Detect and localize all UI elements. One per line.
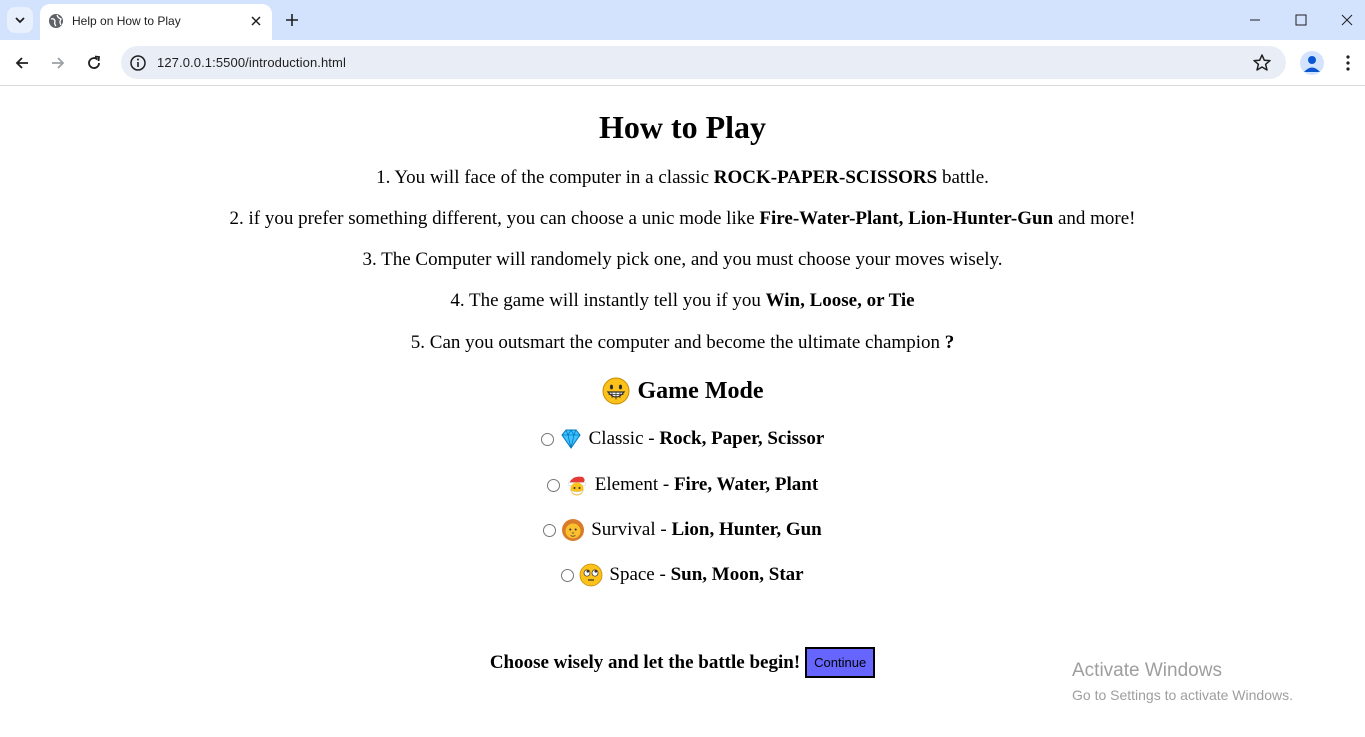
mode-radio-survival[interactable] bbox=[543, 523, 557, 537]
page-title: How to Play bbox=[598, 109, 767, 145]
rule-2: 2. if you prefer something different, yo… bbox=[229, 208, 1136, 229]
rule-4: 4. The game will instantly tell you if y… bbox=[450, 290, 915, 311]
mode-separator: - bbox=[654, 564, 671, 585]
forward-button[interactable] bbox=[44, 49, 72, 77]
minimize-button[interactable] bbox=[1232, 0, 1278, 40]
new-tab-button[interactable] bbox=[280, 8, 304, 32]
tab-title: Help on How to Play bbox=[72, 14, 181, 28]
reload-icon bbox=[88, 55, 101, 69]
continue-button[interactable]: Continue bbox=[805, 647, 876, 678]
mode-items: Lion, Hunter, Gun bbox=[671, 519, 822, 540]
address-bar[interactable]: 127.0.0.1:5500/introduction.html bbox=[121, 46, 1286, 79]
rule-3: 3. The Computer will randomely pick one,… bbox=[362, 249, 1003, 270]
more-vert-icon bbox=[1346, 55, 1350, 71]
site-info-icon[interactable] bbox=[129, 54, 147, 72]
arrow-right-icon bbox=[52, 57, 65, 69]
url-text[interactable]: 127.0.0.1:5500/introduction.html bbox=[157, 55, 346, 70]
profile-button[interactable] bbox=[1300, 51, 1324, 75]
mode-option-element[interactable]: Element - Fire, Water, Plant bbox=[0, 473, 1365, 497]
mode-items: Sun, Moon, Star bbox=[670, 564, 804, 585]
page-content: How to Play 1. You will face of the comp… bbox=[0, 87, 1365, 737]
window-close-button[interactable] bbox=[1324, 0, 1365, 40]
bookmark-star-icon[interactable] bbox=[1252, 53, 1272, 73]
arrow-left-icon bbox=[15, 57, 28, 69]
mode-name: Survival bbox=[591, 519, 656, 540]
browser-menu-button[interactable] bbox=[1338, 51, 1358, 75]
watermark-subtitle: Go to Settings to activate Windows. bbox=[1072, 687, 1293, 703]
plus-icon bbox=[286, 14, 298, 26]
watermark-title: Activate Windows bbox=[1072, 660, 1222, 681]
browser-toolbar: 127.0.0.1:5500/introduction.html bbox=[0, 40, 1365, 86]
activate-windows-watermark: Activate Windows Go to Settings to activ… bbox=[1072, 660, 1293, 703]
maximize-button[interactable] bbox=[1278, 0, 1324, 40]
mode-separator: - bbox=[658, 474, 674, 495]
avatar-icon bbox=[1304, 56, 1320, 72]
close-icon bbox=[1341, 14, 1353, 26]
active-tab[interactable]: Help on How to Play bbox=[40, 4, 272, 40]
close-icon bbox=[251, 16, 261, 26]
maximize-icon bbox=[1295, 14, 1307, 26]
game-mode-title: Game Mode bbox=[637, 377, 764, 404]
chevron-down-icon bbox=[15, 17, 25, 24]
rule-5: 5. Can you outsmart the computer and bec… bbox=[410, 332, 955, 353]
tab-strip: Help on How to Play bbox=[0, 0, 1365, 40]
mode-radio-element[interactable] bbox=[546, 478, 560, 492]
grinning-face-icon bbox=[602, 377, 630, 405]
santa-face-icon bbox=[567, 476, 588, 496]
mode-items: Fire, Water, Plant bbox=[673, 474, 819, 495]
mode-option-space[interactable]: Space - Sun, Moon, Star bbox=[0, 563, 1365, 587]
game-mode-heading: Game Mode bbox=[0, 377, 1365, 405]
minimize-icon bbox=[1250, 19, 1260, 21]
mode-option-survival[interactable]: Survival - Lion, Hunter, Gun bbox=[0, 518, 1365, 542]
back-button[interactable] bbox=[8, 49, 36, 77]
mode-items: Rock, Paper, Scissor bbox=[659, 428, 825, 449]
mode-name: Space bbox=[609, 564, 655, 585]
reload-button[interactable] bbox=[80, 49, 108, 77]
mode-name: Classic bbox=[588, 428, 644, 449]
eye-roll-face-icon bbox=[579, 563, 603, 587]
footer-text: Choose wisely and let the battle begin! bbox=[489, 651, 801, 673]
close-tab-button[interactable] bbox=[248, 13, 264, 29]
mode-radio-space[interactable] bbox=[561, 568, 575, 582]
tab-search-button[interactable] bbox=[7, 7, 33, 33]
mode-name: Element bbox=[594, 474, 659, 495]
globe-icon bbox=[49, 14, 63, 28]
rule-1: 1. You will face of the computer in a cl… bbox=[376, 167, 989, 188]
mode-option-classic[interactable]: Classic - Rock, Paper, Scissor bbox=[0, 427, 1365, 451]
mode-separator: - bbox=[655, 519, 672, 540]
gem-icon bbox=[561, 429, 581, 449]
mode-radio-classic[interactable] bbox=[540, 432, 554, 446]
lion-face-icon bbox=[562, 519, 585, 541]
mode-separator: - bbox=[643, 428, 660, 449]
